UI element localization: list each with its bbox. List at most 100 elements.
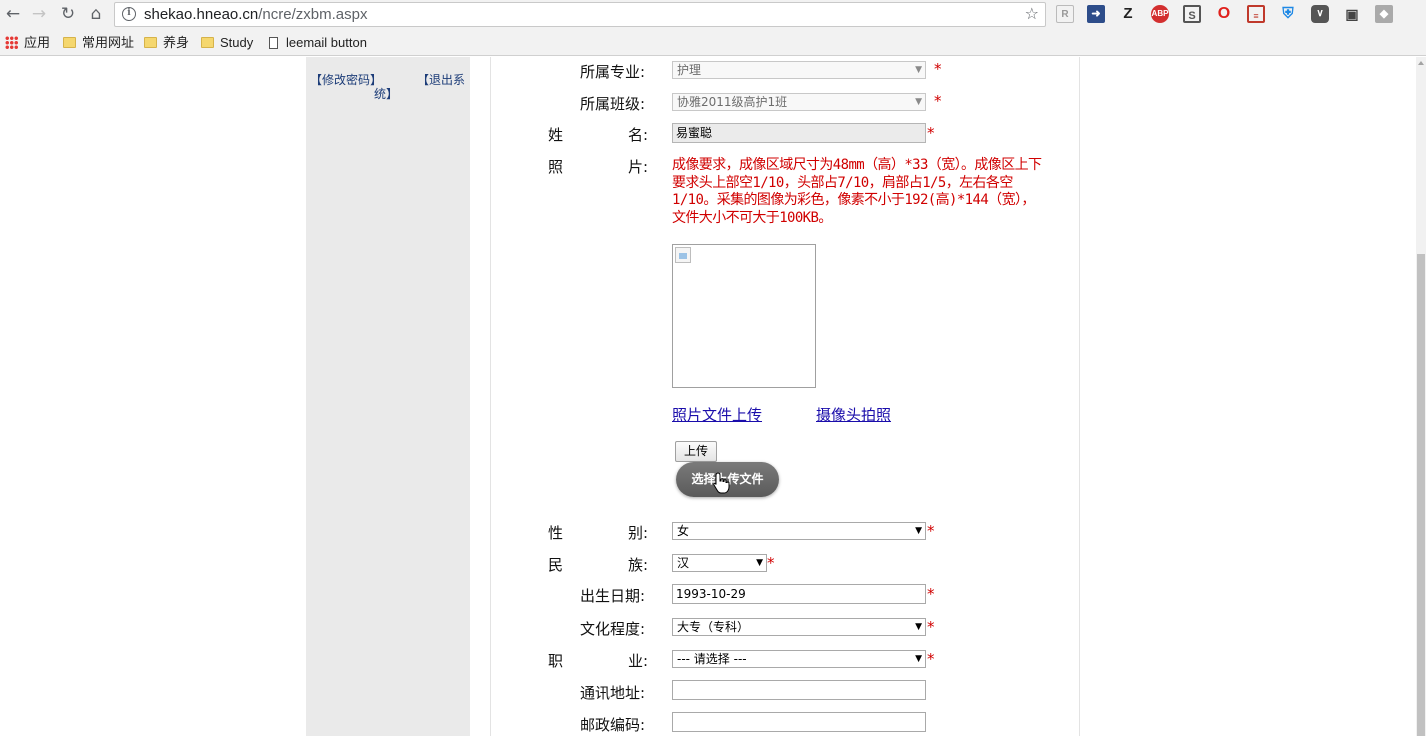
education-value: 大专（专科） — [677, 620, 750, 634]
shield-icon[interactable]: ⛨ — [1279, 5, 1297, 23]
postcode-input[interactable] — [672, 712, 926, 732]
home-icon[interactable]: ⌂ — [85, 3, 107, 25]
ethnicity-value: 汉 — [677, 556, 690, 570]
required-mark: * — [934, 60, 942, 78]
required-mark: * — [927, 650, 935, 668]
logout-link[interactable]: 【退出系 — [417, 73, 465, 87]
class-value: 协雅2011级高护1班 — [677, 95, 788, 109]
bookmark-label: leemail button — [286, 35, 367, 50]
hand-cursor-icon — [713, 472, 730, 494]
photo-label-a: 照 — [548, 158, 564, 176]
page-icon — [269, 37, 278, 49]
bookmark-apps[interactable]: 应用 — [5, 34, 50, 52]
notes-icon[interactable]: ≡ — [1247, 5, 1265, 23]
major-select[interactable]: 护理 ▼ — [672, 61, 926, 79]
address-input[interactable] — [672, 680, 926, 700]
camera-capture-link[interactable]: 摄像头拍照 — [816, 404, 891, 425]
gender-value: 女 — [677, 524, 690, 538]
logout-link-cont[interactable]: 统】 — [374, 87, 398, 101]
upload-button[interactable]: 上传 — [675, 441, 717, 462]
name-label-a: 姓 — [548, 126, 564, 144]
back-icon[interactable]: ← — [2, 3, 24, 25]
bookmark-folder-study[interactable]: Study — [201, 34, 253, 52]
apps-grid-icon — [5, 36, 18, 49]
required-mark: * — [927, 124, 935, 142]
url-host: shekao.hneao.cn — [144, 6, 259, 23]
content-left-border — [490, 57, 491, 736]
bookmark-folder-health[interactable]: 养身 — [144, 34, 189, 52]
change-password-link[interactable]: 【修改密码】 — [310, 73, 382, 87]
education-select[interactable]: 大专（专科） ▼ — [672, 618, 926, 636]
dropdown-arrow-icon: ▼ — [915, 526, 922, 536]
folder-icon — [201, 37, 214, 48]
extension-s-icon[interactable]: S — [1183, 5, 1201, 23]
photo-requirements-text: 成像要求，成像区域尺寸为48mm（高）*33（宽）。成像区上下要求头上部空1/1… — [672, 157, 1042, 226]
gender-label-a: 性 — [548, 524, 564, 542]
opera-icon[interactable]: O — [1215, 5, 1233, 23]
bookmarks-bar: 应用 常用网址 养身 Study leemail button — [0, 29, 1426, 56]
bookmark-star-icon[interactable]: ☆ — [1025, 4, 1039, 23]
required-mark: * — [927, 522, 935, 540]
birth-date-input[interactable]: 1993-10-29 — [672, 584, 926, 604]
broken-image-icon — [675, 247, 691, 263]
bookmark-leemail[interactable]: leemail button — [269, 34, 367, 52]
site-info-icon[interactable]: i — [122, 7, 136, 21]
birth-date-label: 出生日期: — [580, 587, 646, 605]
class-label: 所属班级: — [580, 95, 646, 113]
address-label: 通讯地址: — [580, 684, 646, 702]
browser-toolbar: ← → ↻ ⌂ i shekao.hneao.cn/ncre/zxbm.aspx… — [0, 0, 1426, 29]
gender-select[interactable]: 女 ▼ — [672, 522, 926, 540]
dropdown-arrow-icon: ▼ — [915, 97, 922, 107]
bookmark-label: 常用网址 — [82, 35, 135, 50]
folder-icon — [63, 37, 76, 48]
bookmark-folder-common[interactable]: 常用网址 — [63, 34, 134, 52]
extension-r-icon[interactable]: R — [1056, 5, 1074, 23]
diamond-icon[interactable]: ◆ — [1375, 5, 1393, 23]
required-mark: * — [934, 92, 942, 110]
reload-icon[interactable]: ↻ — [57, 3, 79, 25]
page-scrollbar[interactable] — [1416, 57, 1426, 736]
education-label: 文化程度: — [580, 620, 646, 638]
bookmark-label: 养身 — [163, 35, 190, 50]
url-text[interactable]: shekao.hneao.cn/ncre/zxbm.aspx — [144, 6, 367, 23]
extension-arrow-icon[interactable]: ➜ — [1087, 5, 1105, 23]
adblock-icon[interactable]: ABP — [1151, 5, 1169, 23]
photo-file-upload-link[interactable]: 照片文件上传 — [672, 404, 762, 425]
occupation-label-b: 业: — [628, 652, 649, 670]
required-mark: * — [927, 618, 935, 636]
occupation-label-a: 职 — [548, 652, 564, 670]
pocket-icon[interactable]: ∨ — [1311, 5, 1329, 23]
postcode-label: 邮政编码: — [580, 716, 646, 734]
occupation-select[interactable]: --- 请选择 --- ▼ — [672, 650, 926, 668]
scroll-up-icon[interactable] — [1418, 61, 1424, 65]
required-mark: * — [927, 585, 935, 603]
required-mark: * — [767, 554, 775, 572]
folder-icon — [144, 37, 157, 48]
bookmark-label: 应用 — [24, 35, 51, 50]
dropdown-arrow-icon: ▼ — [915, 654, 922, 664]
scrollbar-thumb[interactable] — [1417, 254, 1425, 736]
occupation-value: --- 请选择 --- — [677, 652, 747, 666]
major-value: 护理 — [677, 63, 702, 77]
puzzle-icon[interactable]: ▣ — [1343, 5, 1361, 23]
url-path: /ncre/zxbm.aspx — [258, 6, 368, 23]
ethnicity-select[interactable]: 汉 ▼ — [672, 554, 767, 572]
content-right-border — [1079, 57, 1080, 736]
photo-preview — [672, 244, 816, 388]
major-label: 所属专业: — [580, 63, 646, 81]
extension-zotero-icon[interactable]: Z — [1119, 5, 1137, 23]
dropdown-arrow-icon: ▼ — [915, 622, 922, 632]
gender-label-b: 别: — [628, 524, 649, 542]
name-label-b: 名: — [628, 126, 649, 144]
forward-icon[interactable]: → — [28, 3, 50, 25]
dropdown-arrow-icon: ▼ — [915, 65, 922, 75]
name-input[interactable]: 易蜜聪 — [672, 123, 926, 143]
ethnicity-label-a: 民 — [548, 556, 564, 574]
address-bar[interactable]: i shekao.hneao.cn/ncre/zxbm.aspx ☆ — [114, 2, 1046, 27]
class-select[interactable]: 协雅2011级高护1班 ▼ — [672, 93, 926, 111]
ethnicity-label-b: 族: — [628, 556, 649, 574]
sidebar: 【修改密码】 【退出系 统】 — [306, 57, 470, 736]
bookmark-label: Study — [220, 35, 254, 50]
dropdown-arrow-icon: ▼ — [756, 558, 763, 568]
photo-label-b: 片: — [628, 158, 649, 176]
